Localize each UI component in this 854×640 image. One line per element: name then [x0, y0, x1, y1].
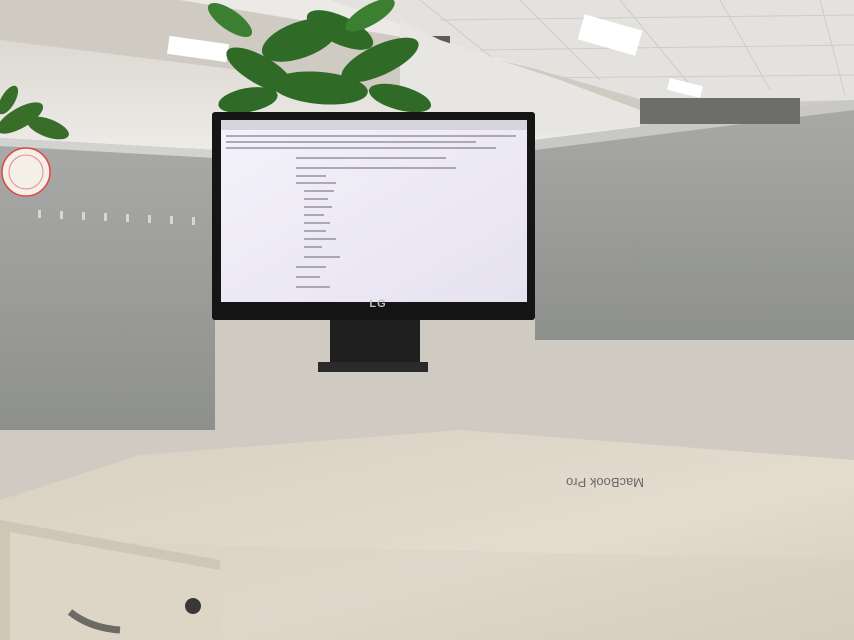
ceiling-light — [167, 35, 229, 63]
box-label: MacBook Pro — [565, 475, 645, 490]
office-desk-photo — [0, 0, 854, 640]
lg-monitor — [212, 112, 535, 372]
monitor-logo: LG — [369, 298, 387, 310]
